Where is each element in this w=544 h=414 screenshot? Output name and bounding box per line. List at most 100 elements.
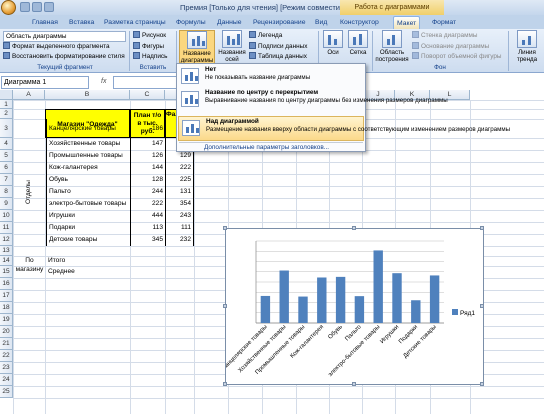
axes-button[interactable]: Оси <box>321 30 345 56</box>
row-header[interactable]: 12 <box>0 234 13 246</box>
embedded-chart[interactable]: Канцелярские товары Хозяйственные товары П… <box>221 226 484 386</box>
department-name[interactable]: Детские товары <box>46 234 130 246</box>
resize-handle[interactable] <box>223 382 227 386</box>
fact-value[interactable]: 354 <box>165 198 194 210</box>
plan-value[interactable]: 345 <box>130 234 165 246</box>
row-header[interactable]: 7 <box>0 174 13 186</box>
column-header[interactable]: A <box>13 90 45 100</box>
resize-handle[interactable] <box>352 226 356 230</box>
title-option-none[interactable]: Нет Не показывать название диаграммы <box>178 65 364 86</box>
department-name[interactable]: электро-бытовые товары <box>46 198 130 210</box>
insert-textbox-button[interactable]: Надпись <box>133 52 167 61</box>
office-button[interactable] <box>1 0 16 15</box>
resize-handle[interactable] <box>352 382 356 386</box>
row-header[interactable]: 22 <box>0 350 13 362</box>
row-header[interactable]: 10 <box>0 210 13 222</box>
fact-value[interactable]: 243 <box>165 210 194 222</box>
tab-format[interactable]: Формат <box>429 16 459 29</box>
tab-data[interactable]: Данные <box>214 16 245 29</box>
chart-floor-button[interactable]: Основание диаграммы <box>412 42 489 51</box>
fx-icon[interactable]: fx <box>101 78 106 85</box>
group-label-departments[interactable]: Отделы <box>14 138 44 246</box>
undo-icon[interactable] <box>32 2 42 12</box>
row-header[interactable]: 16 <box>0 278 13 290</box>
row-header[interactable]: 1 <box>0 100 13 109</box>
resize-handle[interactable] <box>480 226 484 230</box>
plan-value[interactable]: 126 <box>130 150 165 162</box>
chart-title-button[interactable]: Название диаграммы <box>179 30 215 66</box>
row-header[interactable]: 4 <box>0 138 13 150</box>
row-header[interactable]: 6 <box>0 162 13 174</box>
legend-button[interactable]: Легенда <box>249 31 282 40</box>
plan-value[interactable]: 186 <box>130 119 165 138</box>
row-header[interactable]: 17 <box>0 290 13 302</box>
title-option-above-chart[interactable]: Над диаграммой Размещение названия вверх… <box>178 116 510 141</box>
average-row[interactable]: Среднее <box>46 266 130 278</box>
plan-value[interactable]: 444 <box>130 210 165 222</box>
row-header[interactable]: 2 <box>0 109 13 119</box>
plan-value[interactable]: 147 <box>130 138 165 150</box>
row-header[interactable]: 25 <box>0 386 13 398</box>
row-header[interactable]: 13 <box>0 246 13 256</box>
select-all-corner[interactable] <box>0 90 13 100</box>
gridlines-button[interactable]: Сетка <box>346 30 370 56</box>
fact-value[interactable]: 131 <box>165 186 194 198</box>
data-table-button[interactable]: Таблица данных <box>249 52 307 61</box>
row-header[interactable]: 8 <box>0 186 13 198</box>
department-name[interactable]: Хозяйственные товары <box>46 138 130 150</box>
tab-view[interactable]: Вид <box>312 16 330 29</box>
department-name[interactable]: Игрушки <box>46 210 130 222</box>
fact-value[interactable]: 225 <box>165 174 194 186</box>
department-name[interactable]: Пальто <box>46 186 130 198</box>
insert-shapes-button[interactable]: Фигуры <box>133 42 164 51</box>
redo-icon[interactable] <box>44 2 54 12</box>
department-name[interactable]: Промышленные товары <box>46 150 130 162</box>
trendline-button[interactable]: Линия тренда <box>511 30 543 63</box>
plan-value[interactable]: 144 <box>130 162 165 174</box>
plan-value[interactable]: 222 <box>130 198 165 210</box>
column-header[interactable]: B <box>45 90 130 100</box>
department-name[interactable]: Обувь <box>46 174 130 186</box>
tab-review[interactable]: Рецензирование <box>250 16 308 29</box>
axis-titles-button[interactable]: Названия осей <box>217 30 247 63</box>
fact-value[interactable]: 222 <box>165 162 194 174</box>
name-box[interactable]: Диаграмма 1 <box>1 76 89 89</box>
resize-handle[interactable] <box>480 304 484 308</box>
row-header[interactable]: 24 <box>0 374 13 386</box>
row-header[interactable]: 23 <box>0 362 13 374</box>
tab-page-layout[interactable]: Разметка страницы <box>101 16 169 29</box>
plot-area-button[interactable]: Область построения <box>374 30 410 63</box>
plan-value[interactable]: 244 <box>130 186 165 198</box>
row-header[interactable]: 3 <box>0 119 13 138</box>
chart-wall-button[interactable]: Стенка диаграммы <box>412 31 478 40</box>
row-header[interactable]: 14 <box>0 256 13 266</box>
resize-handle[interactable] <box>223 304 227 308</box>
more-title-options[interactable]: Дополнительные параметры заголовков... <box>204 144 329 151</box>
tab-insert[interactable]: Вставка <box>66 16 97 29</box>
column-header[interactable]: C <box>130 90 165 100</box>
chart-element-select[interactable]: Область диаграммы <box>3 31 126 42</box>
row-header[interactable]: 18 <box>0 302 13 314</box>
department-name[interactable]: Подарки <box>46 222 130 234</box>
title-option-centered-overlay[interactable]: Название по центру с перекрытием Выравни… <box>178 88 448 115</box>
department-name[interactable]: Канцелярские товары <box>46 119 130 138</box>
plan-value[interactable]: 128 <box>130 174 165 186</box>
tab-design[interactable]: Конструктор <box>337 16 382 29</box>
total-label[interactable]: По магазину <box>14 256 45 278</box>
department-name[interactable]: Кож-галантерея <box>46 162 130 174</box>
data-labels-button[interactable]: Подписи данных <box>249 42 307 51</box>
insert-picture-button[interactable]: Рисунок <box>133 31 166 40</box>
fact-value[interactable]: 232 <box>165 234 194 246</box>
row-header[interactable]: 9 <box>0 198 13 210</box>
format-selection-button[interactable]: Формат выделенного фрагмента <box>3 42 110 51</box>
tab-home[interactable]: Главная <box>29 16 61 29</box>
fact-value[interactable]: 111 <box>165 222 194 234</box>
save-icon[interactable] <box>20 2 30 12</box>
tab-formulas[interactable]: Формулы <box>173 16 209 29</box>
row-header[interactable]: 20 <box>0 326 13 338</box>
row-header[interactable]: 21 <box>0 338 13 350</box>
resize-handle[interactable] <box>223 226 227 230</box>
3d-rotation-button[interactable]: Поворот объемной фигуры <box>412 52 502 61</box>
row-header[interactable]: 5 <box>0 150 13 162</box>
resize-handle[interactable] <box>480 382 484 386</box>
